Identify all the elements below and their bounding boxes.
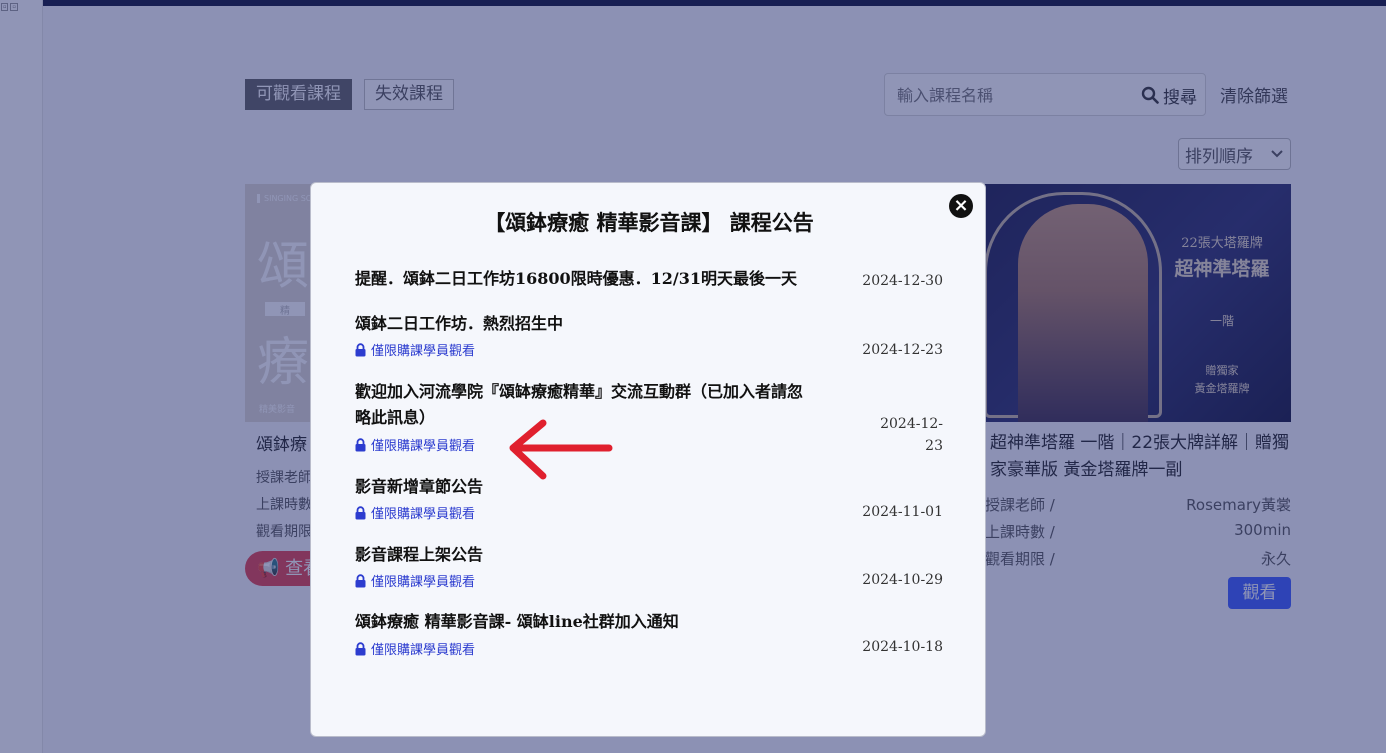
locked-link[interactable]: 僅限購課學員觀看 xyxy=(354,340,475,359)
announcement-date: 2024-10-29 xyxy=(862,572,943,588)
announcement-date: 2024-12-23 xyxy=(862,342,943,358)
announcement-title[interactable]: 提醒．頌鉢二日工作坊16800限時優惠．12/31明天最後一天 xyxy=(355,265,797,292)
announcement-date-line2: 23 xyxy=(925,438,943,454)
locked-link[interactable]: 僅限購課學員觀看 xyxy=(354,639,475,658)
locked-link[interactable]: 僅限購課學員觀看 xyxy=(354,503,475,522)
announcement-date: 2024-11-01 xyxy=(862,504,943,520)
lock-icon xyxy=(355,573,366,587)
announcement-title[interactable]: 影音新增章節公告 xyxy=(355,473,483,500)
lock-icon xyxy=(355,342,366,356)
locked-link[interactable]: 僅限購課學員觀看 xyxy=(354,435,475,454)
locked-link-label: 僅限購課學員觀看 xyxy=(371,507,476,522)
lock-icon xyxy=(355,641,366,655)
announcement-date-line1: 2024-12- xyxy=(880,416,943,432)
locked-link[interactable]: 僅限購課學員觀看 xyxy=(354,571,475,590)
announcement-modal: × 【頌鉢療癒 精華影音課】 課程公告 提醒．頌鉢二日工作坊16800限時優惠．… xyxy=(310,182,986,737)
announcement-date: 2024-12-30 xyxy=(862,273,943,289)
modal-title: 【頌鉢療癒 精華影音課】 課程公告 xyxy=(484,211,814,235)
lock-icon xyxy=(355,505,366,519)
announcement-date: 2024-10-18 xyxy=(862,639,943,655)
arrow-annotation xyxy=(509,419,613,480)
locked-link-label: 僅限購課學員觀看 xyxy=(371,575,476,590)
locked-link-label: 僅限購課學員觀看 xyxy=(371,439,476,454)
announcement-title-line1[interactable]: 歡迎加入河流學院『頌缽療癒精華』交流互動群（已加入者請忽 xyxy=(355,378,803,405)
announcement-title[interactable]: 頌鉢二日工作坊．熱烈招生中 xyxy=(355,310,563,337)
announcement-title[interactable]: 頌鉢療癒 精華影音課- 頌缽line社群加入通知 xyxy=(355,608,679,635)
announcement-date: 2024-12- 23 xyxy=(851,413,943,457)
locked-link-label: 僅限購課學員觀看 xyxy=(371,643,476,658)
lock-icon xyxy=(355,437,366,451)
announcement-title[interactable]: 影音課程上架公告 xyxy=(355,541,483,568)
locked-link-label: 僅限購課學員觀看 xyxy=(371,344,476,359)
announcement-title-line2[interactable]: 略此訊息） xyxy=(355,404,435,431)
